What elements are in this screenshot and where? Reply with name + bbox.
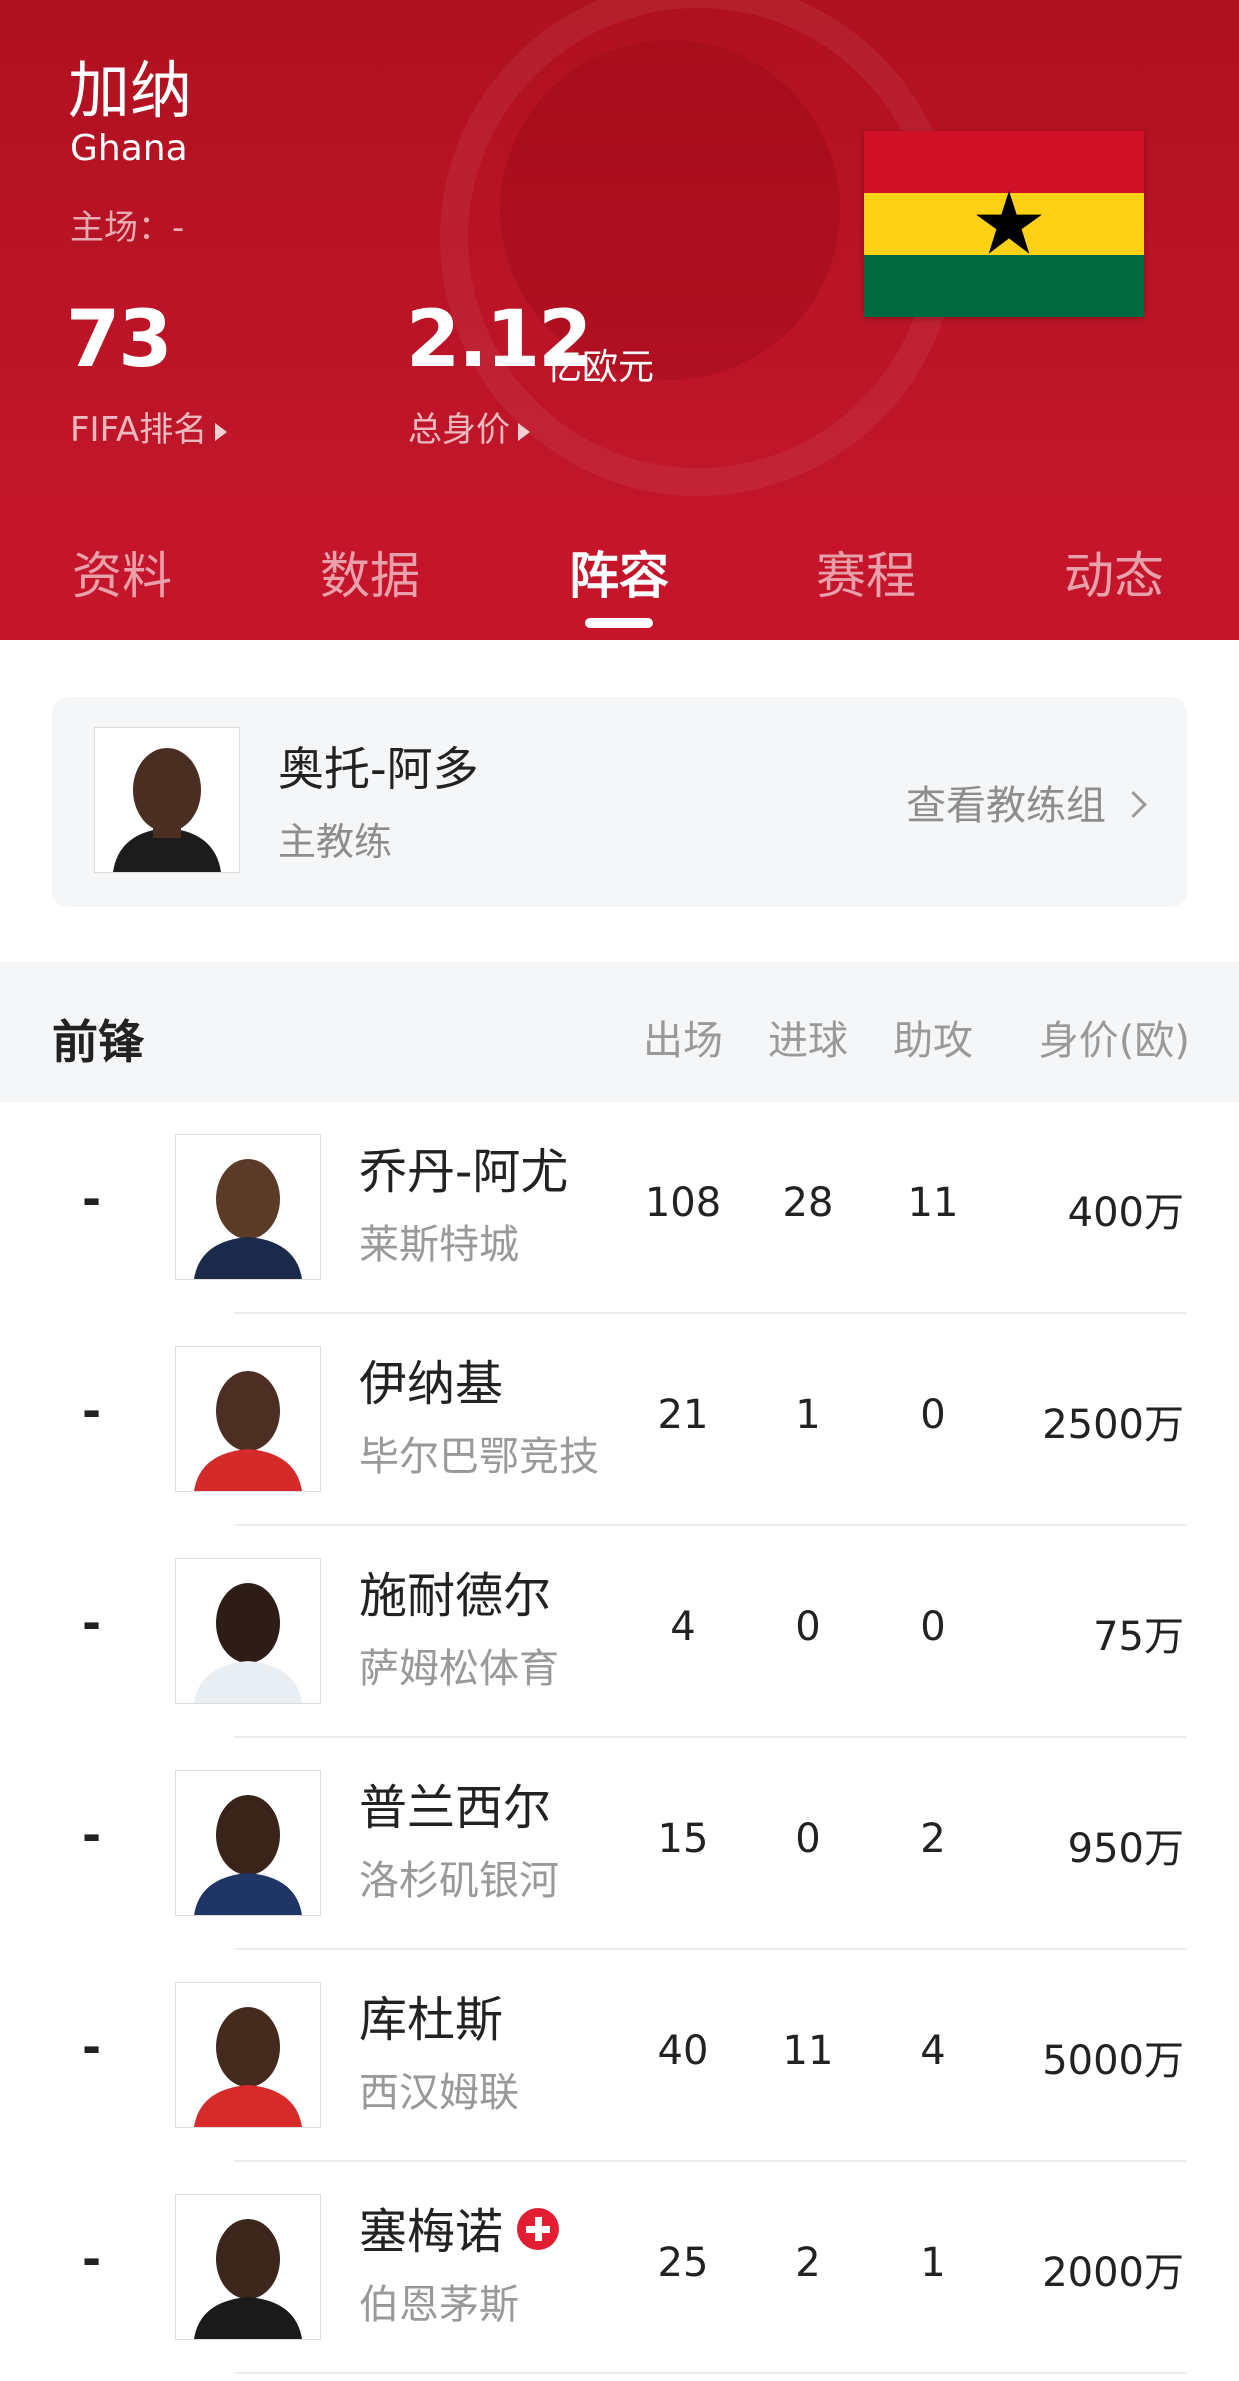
player-avatar (175, 1558, 321, 1704)
team-header: 加纳 Ghana 主场：- 73 FIFA排名 2.12 亿欧元 总身价 (0, 0, 1239, 500)
view-coaching-staff-label: 查看教练组 (906, 783, 1106, 829)
team-name-en: Ghana (70, 128, 188, 169)
chevron-right-icon (1120, 790, 1147, 818)
player-row[interactable]: - 普兰西尔 洛杉矶银河 15 0 2 950万 (0, 1738, 1239, 1950)
player-apps: 108 (644, 1180, 722, 1226)
player-club: 洛杉矶银河 (359, 1858, 559, 1904)
team-name: 加纳 (68, 54, 193, 127)
player-number: - (82, 1808, 102, 1862)
player-apps: 15 (657, 1816, 709, 1862)
player-assists: 1 (920, 2240, 946, 2286)
player-avatar (175, 1770, 321, 1916)
fifa-rank-label: FIFA排名 (70, 410, 208, 450)
player-number: - (82, 1172, 102, 1226)
player-value: 400万 (1067, 1190, 1184, 1236)
player-apps: 40 (657, 2028, 709, 2074)
col-header-apps: 出场 (643, 1018, 723, 1064)
player-club: 西汉姆联 (359, 2070, 519, 2116)
player-assists: 0 (920, 1392, 946, 1438)
player-goals: 1 (795, 1392, 821, 1438)
col-header-value: 身价(欧) (1038, 1018, 1190, 1064)
player-number: - (82, 2232, 102, 2286)
coach-role: 主教练 (278, 820, 393, 864)
view-coaching-staff-link[interactable]: 查看教练组 (906, 773, 1147, 831)
player-name: 伊纳基 (359, 1356, 504, 1412)
player-assists: 11 (907, 1180, 959, 1226)
player-name-wrap: 塞梅诺 (359, 2192, 560, 2262)
player-avatar (175, 1346, 321, 1492)
col-header-assists: 助攻 (893, 1018, 973, 1064)
player-value: 5000万 (1042, 2038, 1184, 2084)
player-apps: 4 (670, 1604, 696, 1650)
player-goals: 2 (795, 2240, 821, 2286)
player-name: 塞梅诺 (359, 2204, 504, 2260)
active-tab-indicator (585, 618, 653, 628)
player-row[interactable]: - 库杜斯 西汉姆联 40 11 4 5000万 (0, 1950, 1239, 2162)
player-row[interactable]: - 施耐德尔 萨姆松体育 4 0 0 75万 (0, 1526, 1239, 1738)
tab-stats[interactable]: 数据 (270, 536, 470, 608)
tab-profile[interactable]: 资料 (22, 536, 222, 608)
star-icon (976, 190, 1042, 254)
player-goals: 0 (795, 1604, 821, 1650)
player-row[interactable]: - 伊纳基 毕尔巴鄂竞技 21 1 0 2500万 (0, 1314, 1239, 1526)
player-club: 伯恩茅斯 (359, 2282, 519, 2328)
player-row[interactable]: - 塞梅诺 伯恩茅斯 25 2 1 2000万 (0, 2162, 1239, 2374)
player-name: 乔丹-阿尤 (359, 1144, 569, 1200)
player-avatar (175, 1982, 321, 2128)
player-number: - (82, 1596, 102, 1650)
coach-avatar (94, 727, 240, 873)
player-row[interactable]: - 乔丹-阿尤 莱斯特城 108 28 11 400万 (0, 1102, 1239, 1314)
coach-name: 奥托-阿多 (278, 742, 479, 796)
player-goals: 28 (782, 1180, 834, 1226)
col-header-goals: 进球 (768, 1018, 848, 1064)
player-number: - (82, 2020, 102, 2074)
tab-news[interactable]: 动态 (1014, 536, 1214, 608)
player-apps: 21 (657, 1392, 709, 1438)
coach-card[interactable]: 奥托-阿多 主教练 查看教练组 (52, 697, 1187, 907)
player-avatar (175, 1134, 321, 1280)
ghana-flag-icon (864, 131, 1144, 317)
player-value: 75万 (1093, 1614, 1184, 1660)
fifa-rank-value: 73 (66, 295, 173, 385)
player-name: 普兰西尔 (359, 1780, 552, 1836)
player-name: 库杜斯 (359, 1992, 504, 2048)
fifa-rank-link[interactable]: FIFA排名 (70, 402, 228, 451)
market-value-label: 总身价 (408, 410, 510, 450)
medical-cross-icon (517, 2208, 560, 2250)
player-club: 莱斯特城 (359, 1222, 519, 1268)
arrow-right-icon (518, 422, 530, 441)
player-value: 2000万 (1042, 2250, 1184, 2296)
player-assists: 4 (920, 2028, 946, 2074)
player-apps: 25 (657, 2240, 709, 2286)
position-title: 前锋 (52, 1015, 144, 1069)
squad-table-header: 前锋 出场 进球 助攻 身价(欧) (0, 962, 1239, 1102)
market-value-link[interactable]: 总身价 (408, 402, 530, 451)
tab-schedule[interactable]: 赛程 (766, 536, 966, 608)
player-goals: 0 (795, 1816, 821, 1862)
player-name: 施耐德尔 (359, 1568, 552, 1624)
player-goals: 11 (782, 2028, 834, 2074)
player-assists: 0 (920, 1604, 946, 1650)
home-stadium: 主场：- (70, 208, 185, 248)
player-club: 毕尔巴鄂竞技 (359, 1434, 599, 1480)
row-divider (235, 2372, 1187, 2374)
player-value: 2500万 (1042, 1402, 1184, 1448)
tab-bar: 资料 数据 阵容 赛程 动态 (0, 500, 1239, 640)
player-avatar (175, 2194, 321, 2340)
arrow-right-icon (215, 422, 228, 441)
player-number: - (82, 1384, 102, 1438)
tab-squad[interactable]: 阵容 (519, 536, 719, 608)
player-assists: 2 (920, 1816, 946, 1862)
player-value: 950万 (1067, 1826, 1184, 1872)
player-club: 萨姆松体育 (359, 1646, 559, 1692)
market-value-unit: 亿欧元 (546, 347, 655, 388)
